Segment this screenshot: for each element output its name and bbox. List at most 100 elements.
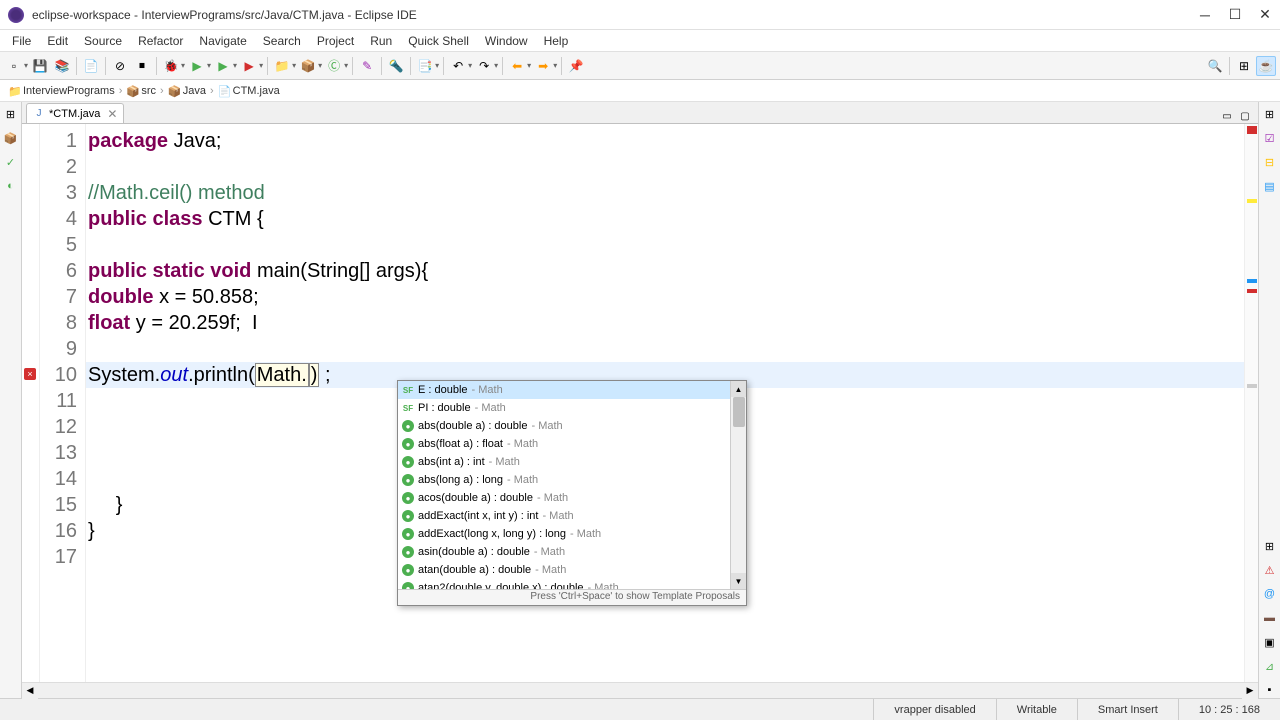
menu-run[interactable]: Run bbox=[362, 32, 400, 50]
scroll-up-button[interactable]: ▲ bbox=[731, 381, 746, 397]
terminate-button[interactable]: ⏹ bbox=[132, 56, 152, 76]
declaration-icon[interactable]: ▬ bbox=[1262, 610, 1278, 626]
menu-edit[interactable]: Edit bbox=[39, 32, 76, 50]
open-task-button[interactable]: ✎ bbox=[357, 56, 377, 76]
autocomplete-item[interactable]: ●addExact(long x, long y) : long - Math bbox=[398, 525, 746, 543]
code-line[interactable]: package Java; bbox=[86, 128, 1258, 154]
search-button[interactable]: 🔦 bbox=[386, 56, 406, 76]
close-tab-button[interactable]: ✕ bbox=[107, 107, 117, 121]
debug-button[interactable]: 🐞 bbox=[161, 56, 181, 76]
console-icon[interactable]: ▣ bbox=[1262, 634, 1278, 650]
autocomplete-item[interactable]: ●abs(int a) : int - Math bbox=[398, 453, 746, 471]
autocomplete-scrollbar[interactable]: ▲ ▼ bbox=[730, 381, 746, 589]
maximize-editor-button[interactable]: ▢ bbox=[1238, 109, 1252, 123]
external-tools-button[interactable]: ▶ bbox=[239, 56, 259, 76]
error-marker-icon[interactable]: × bbox=[24, 368, 36, 380]
autocomplete-item[interactable]: ●abs(float a) : float - Math bbox=[398, 435, 746, 453]
eclipse-icon bbox=[8, 7, 24, 23]
java-perspective-button[interactable]: ☕ bbox=[1256, 56, 1276, 76]
problems-view-icon[interactable]: ⚠ bbox=[1262, 562, 1278, 578]
minimize-button[interactable]: ─ bbox=[1198, 8, 1212, 22]
quick-access-button[interactable]: 🔍 bbox=[1205, 56, 1225, 76]
code-line[interactable]: public static void main(String[] args){ bbox=[86, 258, 1258, 284]
run-button[interactable]: ▶ bbox=[187, 56, 207, 76]
breadcrumb-file[interactable]: 📄CTM.java bbox=[218, 85, 280, 97]
overview-ruler[interactable] bbox=[1244, 124, 1258, 682]
code-line[interactable] bbox=[86, 232, 1258, 258]
horizontal-scrollbar[interactable]: ◀ ▶ bbox=[22, 682, 1258, 698]
pin-editor-button[interactable]: 📌 bbox=[566, 56, 586, 76]
coverage-icon[interactable]: ◐ bbox=[3, 178, 19, 194]
code-line[interactable]: double x = 50.858; bbox=[86, 284, 1258, 310]
restore-view-right-icon[interactable]: ⊞ bbox=[1262, 106, 1278, 122]
new-package-button[interactable]: 📦 bbox=[298, 56, 318, 76]
java-file-icon: J bbox=[33, 108, 45, 120]
javadoc-icon[interactable]: @ bbox=[1262, 586, 1278, 602]
autocomplete-item[interactable]: SFE : double - Math bbox=[398, 381, 746, 399]
autocomplete-item[interactable]: ●addExact(int x, int y) : int - Math bbox=[398, 507, 746, 525]
junit-icon[interactable]: ✓ bbox=[3, 154, 19, 170]
autocomplete-item[interactable]: ●atan(double a) : double - Math bbox=[398, 561, 746, 579]
close-button[interactable]: ✕ bbox=[1258, 8, 1272, 22]
breadcrumb-src[interactable]: 📦src bbox=[126, 85, 156, 97]
next-annotation-button[interactable]: ↷ bbox=[474, 56, 494, 76]
task-list-icon[interactable]: ☑ bbox=[1262, 130, 1278, 146]
autocomplete-item[interactable]: ●atan2(double y, double x) : double - Ma… bbox=[398, 579, 746, 589]
code-line[interactable]: float y = 20.259f; I bbox=[86, 310, 1258, 336]
new-class-button[interactable]: Ⓒ bbox=[324, 56, 344, 76]
autocomplete-list[interactable]: SFE : double - MathSFPI : double - Math●… bbox=[398, 381, 746, 589]
restore-view-icon[interactable]: ⊞ bbox=[3, 106, 19, 122]
outline-icon[interactable]: ⊟ bbox=[1262, 154, 1278, 170]
autocomplete-item[interactable]: ●asin(double a) : double - Math bbox=[398, 543, 746, 561]
save-all-button[interactable]: 📚 bbox=[52, 56, 72, 76]
autocomplete-item[interactable]: ●acos(double a) : double - Math bbox=[398, 489, 746, 507]
menu-quick-shell[interactable]: Quick Shell bbox=[400, 32, 477, 50]
scroll-left-button[interactable]: ◀ bbox=[22, 683, 38, 699]
terminal-icon[interactable]: ▪ bbox=[1262, 682, 1278, 698]
menu-window[interactable]: Window bbox=[477, 32, 536, 50]
forward-button[interactable]: ➡ bbox=[533, 56, 553, 76]
scroll-right-button[interactable]: ▶ bbox=[1242, 683, 1258, 699]
menu-help[interactable]: Help bbox=[536, 32, 577, 50]
back-button[interactable]: ⬅ bbox=[507, 56, 527, 76]
package-explorer-icon[interactable]: 📦 bbox=[3, 130, 19, 146]
method-icon: ● bbox=[402, 546, 414, 558]
autocomplete-item[interactable]: SFPI : double - Math bbox=[398, 399, 746, 417]
open-perspective-button[interactable]: ⊞ bbox=[1234, 56, 1254, 76]
autocomplete-item[interactable]: ●abs(double a) : double - Math bbox=[398, 417, 746, 435]
editor-tab[interactable]: J *CTM.java ✕ bbox=[26, 103, 124, 123]
breadcrumb-package[interactable]: 📦Java bbox=[168, 85, 206, 97]
skip-breakpoints-button[interactable]: ⊘ bbox=[110, 56, 130, 76]
breadcrumb-project[interactable]: 📁InterviewPrograms bbox=[8, 85, 115, 97]
new-button[interactable]: ▫ bbox=[4, 56, 24, 76]
autocomplete-item[interactable]: ●abs(long a) : long - Math bbox=[398, 471, 746, 489]
problems-icon[interactable]: ⊞ bbox=[1262, 538, 1278, 554]
coverage-button[interactable]: ▶ bbox=[213, 56, 233, 76]
code-line[interactable] bbox=[86, 336, 1258, 362]
autocomplete-popup[interactable]: SFE : double - MathSFPI : double - Math●… bbox=[397, 380, 747, 606]
menu-file[interactable]: File bbox=[4, 32, 39, 50]
toggle-mark-button[interactable]: 📑 bbox=[415, 56, 435, 76]
menu-refactor[interactable]: Refactor bbox=[130, 32, 191, 50]
autocomplete-footer: Press 'Ctrl+Space' to show Template Prop… bbox=[398, 589, 746, 605]
save-button[interactable]: 💾 bbox=[30, 56, 50, 76]
open-type-button[interactable]: 📄 bbox=[81, 56, 101, 76]
menu-navigate[interactable]: Navigate bbox=[191, 32, 254, 50]
scroll-down-button[interactable]: ▼ bbox=[731, 573, 746, 589]
menu-project[interactable]: Project bbox=[309, 32, 362, 50]
statusbar: vrapper disabled Writable Smart Insert 1… bbox=[0, 698, 1280, 720]
code-line[interactable]: public class CTM { bbox=[86, 206, 1258, 232]
scrollbar-thumb[interactable] bbox=[733, 397, 745, 427]
previous-annotation-button[interactable]: ↶ bbox=[448, 56, 468, 76]
method-icon: ● bbox=[402, 456, 414, 468]
code-line[interactable] bbox=[86, 154, 1258, 180]
new-java-project-button[interactable]: 📁 bbox=[272, 56, 292, 76]
menu-source[interactable]: Source bbox=[76, 32, 130, 50]
minimap-icon[interactable]: ▤ bbox=[1262, 178, 1278, 194]
menu-search[interactable]: Search bbox=[255, 32, 309, 50]
code-line[interactable]: //Math.ceil() method bbox=[86, 180, 1258, 206]
minimize-editor-button[interactable]: ▭ bbox=[1220, 109, 1234, 123]
data-hierarchy-icon[interactable]: ⊿ bbox=[1262, 658, 1278, 674]
maximize-button[interactable]: ☐ bbox=[1228, 8, 1242, 22]
line-number-gutter: 1234567891011121314151617 bbox=[40, 124, 86, 682]
